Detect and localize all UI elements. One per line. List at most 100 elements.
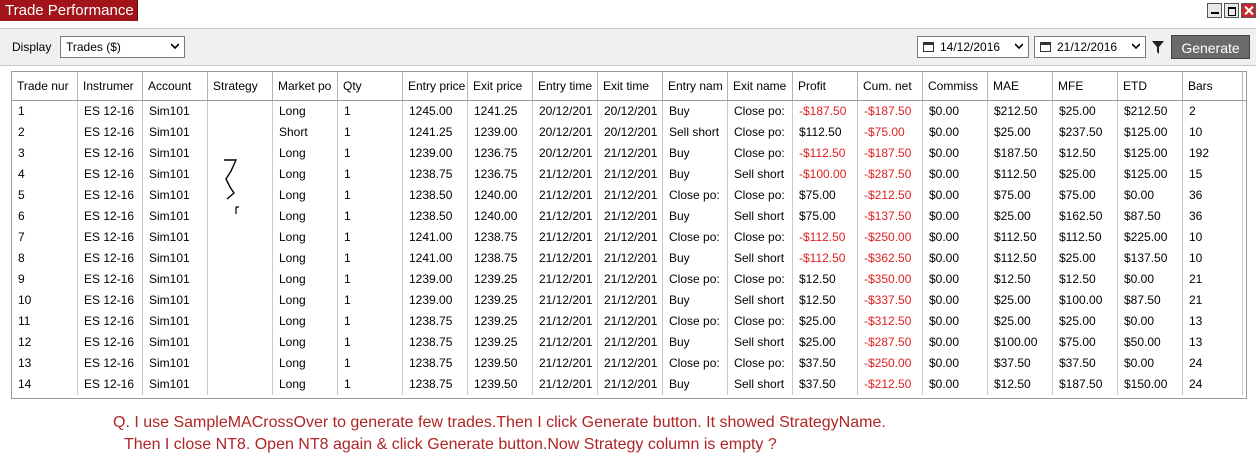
cell-instrument: ES 12-16 bbox=[78, 290, 143, 311]
cell-exit-time: 20/12/201 bbox=[598, 122, 663, 143]
cell-qty: 1 bbox=[338, 101, 403, 122]
close-icon[interactable] bbox=[1241, 3, 1256, 18]
column-header-qty[interactable]: Qty bbox=[338, 72, 403, 100]
cell-profit: $25.00 bbox=[793, 311, 858, 332]
cell-entry-name: Sell short bbox=[663, 122, 728, 143]
cell-instrument: ES 12-16 bbox=[78, 374, 143, 395]
cell-entry-price: 1239.00 bbox=[403, 290, 468, 311]
cell-profit: -$112.50 bbox=[793, 248, 858, 269]
cell-mfe: $12.50 bbox=[1053, 269, 1118, 290]
cell-cum-net: -$212.50 bbox=[858, 185, 923, 206]
column-header-trade-number[interactable]: Trade nur bbox=[12, 72, 78, 100]
table-row[interactable]: 10 ES 12-16 Sim101 Long 1 1239.00 1239.25 21/12… bbox=[12, 290, 1246, 311]
cell-bars: 36 bbox=[1183, 185, 1243, 206]
cell-market-position: Long bbox=[273, 227, 338, 248]
table-row[interactable]: 3 ES 12-16 Sim101 Long 1 1239.00 1236.75 20/12/… bbox=[12, 143, 1246, 164]
to-date-picker[interactable]: 21/12/2016 bbox=[1034, 36, 1146, 58]
cell-qty: 1 bbox=[338, 269, 403, 290]
table-row[interactable]: 13 ES 12-16 Sim101 Long 1 1238.75 1239.50 21/12… bbox=[12, 353, 1246, 374]
cell-mae: $25.00 bbox=[988, 122, 1053, 143]
table-row[interactable]: 2 ES 12-16 Sim101 Short 1 1241.25 1239.00 20/12… bbox=[12, 122, 1246, 143]
cell-exit-time: 21/12/201 bbox=[598, 374, 663, 395]
cell-cum-net: -$350.00 bbox=[858, 269, 923, 290]
cell-entry-time: 21/12/201 bbox=[533, 290, 598, 311]
maximize-icon[interactable] bbox=[1224, 3, 1239, 18]
question-text: Q. I use SampleMACrossOver to generate f… bbox=[113, 412, 1213, 456]
cell-exit-name: Sell short bbox=[728, 290, 793, 311]
cell-exit-name: Close po: bbox=[728, 143, 793, 164]
column-header-cum-net[interactable]: Cum. net bbox=[858, 72, 923, 100]
minimize-icon[interactable] bbox=[1207, 3, 1222, 18]
table-row[interactable]: 14 ES 12-16 Sim101 Long 1 1238.75 1239.50 21/12… bbox=[12, 374, 1246, 395]
cell-account: Sim101 bbox=[143, 290, 208, 311]
table-row[interactable]: 9 ES 12-16 Sim101 Long 1 1239.00 1239.25 21/12/… bbox=[12, 269, 1246, 290]
column-header-entry-name[interactable]: Entry nam bbox=[663, 72, 728, 100]
cell-market-position: Long bbox=[273, 332, 338, 353]
cell-instrument: ES 12-16 bbox=[78, 311, 143, 332]
table-row[interactable]: 4 ES 12-16 Sim101 Long 1 1238.75 1236.75 21/12/… bbox=[12, 164, 1246, 185]
column-header-strategy[interactable]: Strategy bbox=[208, 72, 273, 100]
table-row[interactable]: 11 ES 12-16 Sim101 Long 1 1238.75 1239.25 21/12… bbox=[12, 311, 1246, 332]
column-header-exit-time[interactable]: Exit time bbox=[598, 72, 663, 100]
from-date-picker[interactable]: 14/12/2016 bbox=[917, 36, 1029, 58]
cell-profit: $75.00 bbox=[793, 185, 858, 206]
table-row[interactable]: 12 ES 12-16 Sim101 Long 1 1238.75 1239.25 21/12… bbox=[12, 332, 1246, 353]
cell-etd: $137.50 bbox=[1118, 248, 1183, 269]
column-header-account[interactable]: Account bbox=[143, 72, 208, 100]
cell-exit-price: 1239.25 bbox=[468, 290, 533, 311]
cell-profit: -$112.50 bbox=[793, 143, 858, 164]
cell-qty: 1 bbox=[338, 143, 403, 164]
column-header-bars[interactable]: Bars bbox=[1183, 72, 1243, 100]
cell-instrument: ES 12-16 bbox=[78, 101, 143, 122]
filter-icon[interactable] bbox=[1152, 41, 1164, 55]
cell-entry-name: Buy bbox=[663, 374, 728, 395]
table-row[interactable]: 5 ES 12-16 Sim101 Long 1 1238.50 1240.00 21/12/… bbox=[12, 185, 1246, 206]
column-header-commission[interactable]: Commiss bbox=[923, 72, 988, 100]
cell-entry-time: 21/12/201 bbox=[533, 164, 598, 185]
cell-mae: $112.50 bbox=[988, 248, 1053, 269]
table-row[interactable]: 7 ES 12-16 Sim101 Long 1 1241.00 1238.75 21/12/… bbox=[12, 227, 1246, 248]
column-header-exit-price[interactable]: Exit price bbox=[468, 72, 533, 100]
cell-entry-price: 1245.00 bbox=[403, 101, 468, 122]
cell-profit: $37.50 bbox=[793, 353, 858, 374]
cell-cum-net: -$75.00 bbox=[858, 122, 923, 143]
column-header-mfe[interactable]: MFE bbox=[1053, 72, 1118, 100]
column-header-mae[interactable]: MAE bbox=[988, 72, 1053, 100]
column-header-instrument[interactable]: Instrumer bbox=[78, 72, 143, 100]
cell-entry-name: Close po: bbox=[663, 269, 728, 290]
column-header-etd[interactable]: ETD bbox=[1118, 72, 1183, 100]
cell-exit-price: 1240.00 bbox=[468, 185, 533, 206]
cell-account: Sim101 bbox=[143, 248, 208, 269]
cell-exit-time: 21/12/201 bbox=[598, 353, 663, 374]
cell-etd: $87.50 bbox=[1118, 290, 1183, 311]
generate-button[interactable]: Generate bbox=[1171, 35, 1250, 59]
cell-instrument: ES 12-16 bbox=[78, 143, 143, 164]
cell-trade-number: 3 bbox=[12, 143, 78, 164]
column-header-entry-time[interactable]: Entry time bbox=[533, 72, 598, 100]
column-header-exit-name[interactable]: Exit name bbox=[728, 72, 793, 100]
display-select[interactable]: Trades ($) bbox=[60, 36, 185, 58]
cell-cum-net: -$337.50 bbox=[858, 290, 923, 311]
cell-account: Sim101 bbox=[143, 143, 208, 164]
cell-bars: 36 bbox=[1183, 206, 1243, 227]
cell-entry-time: 21/12/201 bbox=[533, 353, 598, 374]
table-row[interactable]: 8 ES 12-16 Sim101 Long 1 1241.00 1238.75 21/12/… bbox=[12, 248, 1246, 269]
column-header-profit[interactable]: Profit bbox=[793, 72, 858, 100]
column-header-entry-price[interactable]: Entry price bbox=[403, 72, 468, 100]
cell-etd: $125.00 bbox=[1118, 143, 1183, 164]
calendar-icon bbox=[1040, 42, 1051, 52]
cell-qty: 1 bbox=[338, 248, 403, 269]
cell-commission: $0.00 bbox=[923, 311, 988, 332]
question-line-1: Q. I use SampleMACrossOver to generate f… bbox=[113, 414, 886, 431]
cell-trade-number: 6 bbox=[12, 206, 78, 227]
cell-cum-net: -$287.50 bbox=[858, 164, 923, 185]
column-header-market-position[interactable]: Market po bbox=[273, 72, 338, 100]
cell-entry-name: Buy bbox=[663, 143, 728, 164]
cell-strategy bbox=[208, 227, 273, 248]
cell-mae: $25.00 bbox=[988, 311, 1053, 332]
cell-trade-number: 7 bbox=[12, 227, 78, 248]
cell-commission: $0.00 bbox=[923, 332, 988, 353]
cell-strategy bbox=[208, 269, 273, 290]
table-row[interactable]: 1 ES 12-16 Sim101 Long 1 1245.00 1241.25 20/12/… bbox=[12, 101, 1246, 122]
table-row[interactable]: 6 ES 12-16 Sim101 Long 1 1238.50 1240.00 21/12/… bbox=[12, 206, 1246, 227]
